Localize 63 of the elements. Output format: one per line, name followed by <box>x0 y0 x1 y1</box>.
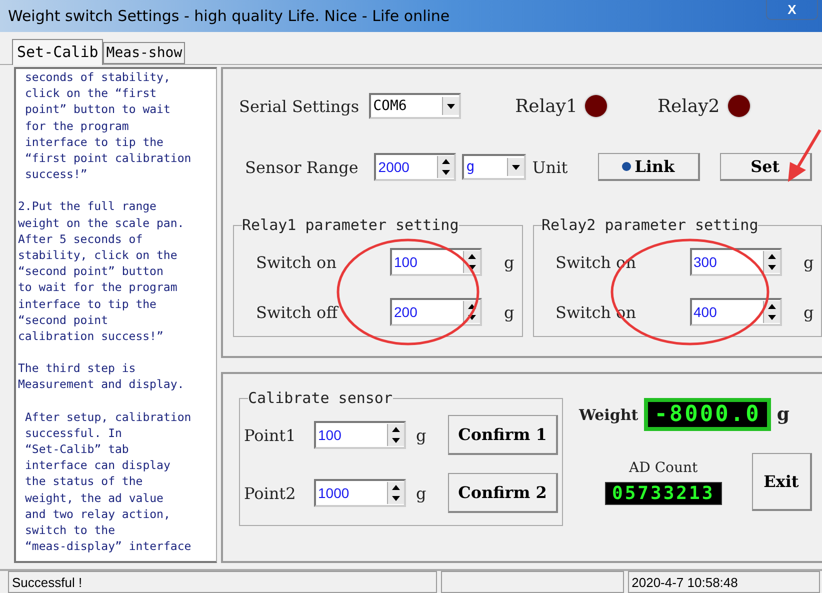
unit-text: g <box>804 302 814 322</box>
up-arrow-icon[interactable] <box>468 304 476 309</box>
tab[interactable]: Set-Calib <box>12 39 104 65</box>
down-arrow-icon[interactable] <box>468 265 476 270</box>
down-arrow-icon[interactable] <box>392 438 400 444</box>
unit-text: g <box>504 252 514 272</box>
instruction-paragraph: 2.Put the full range weight on the scale pan. After 5 seconds of stability, click on the “second point” button to wait for the program interface to tip the “second point calibration success!” <box>18 198 186 344</box>
relay-label: Relay2 <box>657 96 720 116</box>
confirm-button[interactable]: Confirm 1 <box>448 415 558 456</box>
ad-count-display: 05733213 <box>605 482 722 505</box>
close-button[interactable]: X <box>766 0 818 20</box>
set-button[interactable]: Set <box>720 153 812 181</box>
up-arrow-icon[interactable] <box>392 485 400 490</box>
tab[interactable]: Meas-show <box>103 42 186 64</box>
caret-icon <box>512 164 520 170</box>
weight-display: -8000.0 <box>644 398 771 432</box>
switch-label: Switch off <box>256 302 340 322</box>
threshold-field[interactable]: 300 <box>690 248 782 276</box>
confirm-button[interactable]: Confirm 2 <box>448 473 558 514</box>
point-label: Point1 <box>244 426 297 445</box>
unit-text: g <box>416 484 428 503</box>
group-title: Relay2 parameter setting <box>542 216 758 234</box>
status-datetime: 2020-4-7 10:58:48 <box>628 571 820 593</box>
link-button[interactable]: Link <box>598 153 700 181</box>
unit-label: Unit <box>532 158 568 176</box>
window-title: Weight switch Settings - high quality Life. Nice - Life online <box>7 7 450 25</box>
status-message: Successful ! <box>8 571 438 593</box>
ad-count-label: AD Count <box>629 460 698 476</box>
range-field[interactable]: 2000 <box>374 153 456 181</box>
instruction-paragraph: After setup, calibration successful. In “Set-Calib” tab interface can display the status of the weight, the ad value and two relay action, switch to the “meas-display” interface <box>24 408 192 554</box>
down-arrow-icon[interactable] <box>392 496 400 502</box>
up-arrow-icon[interactable] <box>392 427 400 432</box>
unit-text: g <box>416 426 428 445</box>
sensor-range-label: Sensor Range <box>245 158 358 176</box>
exit-button[interactable]: Exit <box>752 453 812 512</box>
point-field[interactable]: 1000 <box>314 479 406 508</box>
port-dropdown[interactable]: COM6 <box>369 93 462 119</box>
up-arrow-icon[interactable] <box>468 254 476 259</box>
threshold-field[interactable]: 100 <box>390 248 482 276</box>
instruction-paragraph: The third step is Measurement and display. <box>18 360 186 393</box>
up-arrow-icon[interactable] <box>442 159 450 164</box>
up-arrow-icon[interactable] <box>768 304 776 309</box>
threshold-field[interactable]: 200 <box>390 298 482 326</box>
annotation-arrow <box>788 129 822 182</box>
unit-text: g <box>804 252 814 272</box>
threshold-field[interactable]: 400 <box>690 298 782 326</box>
unit-dropdown[interactable]: g <box>462 154 526 180</box>
instruction-paragraph: seconds of stability, click on the “first point” button to wait for the program interface to tip the “first point calibration success!” <box>24 69 192 182</box>
down-arrow-icon[interactable] <box>768 315 776 320</box>
switch-label: Switch on <box>256 252 338 272</box>
unit-text: g <box>776 404 790 426</box>
down-arrow-icon[interactable] <box>468 315 476 320</box>
weight-label: Weight <box>579 406 638 424</box>
group-title: Relay1 parameter setting <box>242 216 459 234</box>
point-label: Point2 <box>244 484 297 503</box>
relay-label: Relay1 <box>515 96 578 116</box>
unit-text: g <box>504 302 514 322</box>
down-arrow-icon[interactable] <box>442 170 450 175</box>
caret-icon <box>447 104 456 108</box>
down-arrow-icon[interactable] <box>768 265 776 270</box>
point-field[interactable]: 100 <box>314 421 406 450</box>
serial-label: Serial Settings <box>239 96 360 116</box>
up-arrow-icon[interactable] <box>768 254 776 259</box>
